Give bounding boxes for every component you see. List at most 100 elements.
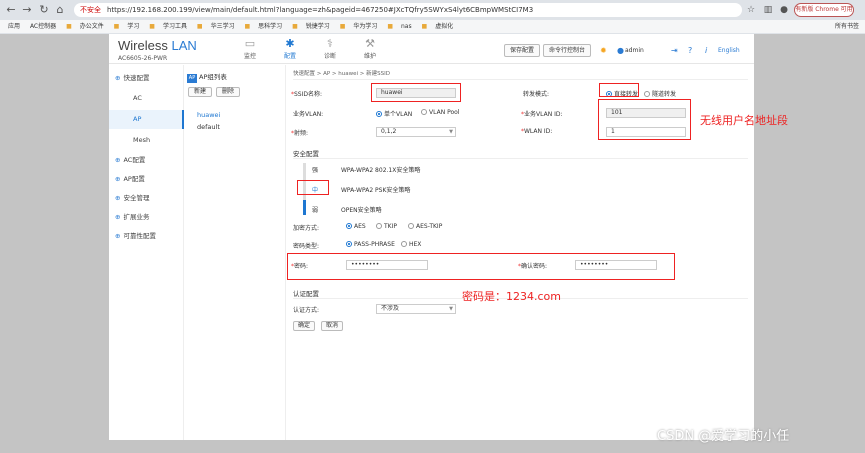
sidebar-item-ap[interactable]: AP <box>109 110 184 129</box>
security-level-weak[interactable]: 弱 <box>312 205 318 214</box>
monitor-icon: ▭ <box>244 37 256 50</box>
page-margin-right <box>754 34 865 453</box>
profile-icon[interactable]: ● <box>778 3 790 17</box>
forward-icon[interactable]: → <box>20 3 34 17</box>
band-label: *射频: <box>291 130 309 137</box>
brand-logo: Wireless LAN <box>118 38 197 53</box>
auth-select[interactable]: 不涉及 ▼ <box>376 304 456 314</box>
bookmarks-bar: 应用 AC控制器 ■ 办公文件 ■ 学习 ■ 学习工具 ■ 华三学习 ■ 思科学习 ■ 锐捷… <box>0 20 865 33</box>
band-value: 0,1,2 <box>381 128 397 135</box>
nav-config[interactable]: ✱ 配置 <box>275 37 305 60</box>
security-desc-medium: WPA-WPA2 PSK安全策略 <box>341 187 411 194</box>
page-margin-left <box>0 34 109 453</box>
home-icon[interactable]: ⌂ <box>53 3 67 17</box>
all-bookmarks[interactable]: 所有书签 <box>835 20 859 33</box>
folder-icon: ■ <box>113 23 120 30</box>
vlan-pool-radio[interactable]: VLAN Pool <box>421 109 460 116</box>
cancel-button[interactable]: 取消 <box>321 321 344 331</box>
encryption-aes-tkip-radio[interactable]: AES-TKIP <box>408 223 442 230</box>
ssid-label: *SSID名称: <box>291 91 323 98</box>
url-text: https://192.168.200.199/view/main/defaul… <box>107 6 534 14</box>
language-link[interactable]: English <box>718 44 740 57</box>
nav-monitor[interactable]: ▭ 监控 <box>235 37 265 60</box>
star-icon[interactable]: ☆ <box>745 3 757 17</box>
bookmark-folder[interactable]: 华三学习 <box>211 20 235 33</box>
sidebar-item-security[interactable]: ⊕ 安全管理 <box>109 189 184 208</box>
bookmark-folder[interactable]: nas <box>401 20 412 33</box>
folder-icon: ■ <box>196 23 203 30</box>
delete-group-button[interactable]: 删除 <box>216 87 241 97</box>
username[interactable]: admin <box>625 44 644 57</box>
sidepanel-icon[interactable]: ▥ <box>762 3 774 17</box>
vlan-id-label-text: 业务VLAN ID: <box>524 111 563 118</box>
reload-icon[interactable]: ↻ <box>37 3 51 17</box>
divider <box>293 158 748 159</box>
vlan-id-label: *业务VLAN ID: <box>521 111 563 118</box>
bookmark-folder[interactable]: 思科学习 <box>258 20 282 33</box>
security-level-strong[interactable]: 强 <box>312 165 318 174</box>
bookmark-ac[interactable]: AC控制器 <box>30 20 56 33</box>
back-icon[interactable]: ← <box>4 3 18 17</box>
alarm-icon[interactable]: ✹ <box>600 44 607 57</box>
radio-label: HEX <box>409 241 422 248</box>
band-select[interactable]: 0,1,2 ▼ <box>376 127 456 137</box>
help-icon[interactable]: ? <box>688 44 692 57</box>
annotation-box-vlan-wlan <box>598 99 691 140</box>
sidebar-item-ac[interactable]: AC <box>109 89 184 108</box>
nav-label: 维护 <box>363 53 376 60</box>
ok-button[interactable]: 确定 <box>293 321 316 331</box>
encryption-aes-radio[interactable]: AES <box>346 223 366 230</box>
nav-maintenance[interactable]: ⚒ 维护 <box>355 37 385 60</box>
chevron-down-icon: ▼ <box>449 306 453 312</box>
bookmark-folder[interactable]: 办公文件 <box>80 20 104 33</box>
bookmark-folder[interactable]: 锐捷学习 <box>306 20 330 33</box>
key-hex-radio[interactable]: HEX <box>401 241 421 248</box>
update-chrome-button[interactable]: 有新版 Chrome 可用 <box>794 3 854 17</box>
sidebar-item-extended[interactable]: ⊕ 扩展业务 <box>109 208 184 227</box>
reliability-icon: ⊕ <box>115 232 121 240</box>
group-item-huawei[interactable]: huawei <box>197 111 220 119</box>
logout-icon[interactable]: ⇥ <box>671 44 678 57</box>
bookmark-folder[interactable]: 虚拟化 <box>435 20 453 33</box>
shield-icon: ⊕ <box>115 194 121 202</box>
bookmark-folder[interactable]: 学习工具 <box>163 20 187 33</box>
cli-console-button[interactable]: 命令行控制台 <box>543 44 592 57</box>
security-warning: 不安全 <box>80 6 101 14</box>
radio-label: TKIP <box>384 223 397 230</box>
divider <box>293 79 748 80</box>
sidebar-item-label: AP配置 <box>123 175 145 183</box>
band-label-text: 射频: <box>294 130 309 137</box>
auth-value: 不涉及 <box>381 305 400 312</box>
info-icon[interactable]: i <box>705 44 707 57</box>
sidebar-item-mesh[interactable]: Mesh <box>109 131 184 150</box>
radio-label: VLAN Pool <box>429 109 460 116</box>
apps-bookmark[interactable]: 应用 <box>8 20 20 33</box>
annotation-box-security-level <box>297 180 329 195</box>
sidebar-item-label: AP <box>133 115 142 123</box>
key-passphrase-radio[interactable]: PASS-PHRASE <box>346 241 395 248</box>
encryption-tkip-radio[interactable]: TKIP <box>376 223 397 230</box>
address-bar[interactable]: 不安全 https://192.168.200.199/view/main/def… <box>74 3 742 17</box>
group-item-default[interactable]: default <box>197 123 220 131</box>
bookmark-folder[interactable]: 学习 <box>127 20 139 33</box>
save-config-button[interactable]: 保存配置 <box>504 44 541 57</box>
vlan-type-label: 业务VLAN: <box>293 111 324 118</box>
key-type-label: 密码类型: <box>293 243 320 250</box>
forward-tunnel-radio[interactable]: 隧道转发 <box>644 89 676 98</box>
sidebar-item-ac-config[interactable]: ⊕ AC配置 <box>109 151 184 170</box>
new-group-button[interactable]: 新建 <box>188 87 213 97</box>
quick-config-icon: ⊕ <box>115 74 121 82</box>
sidebar-item-quick-config[interactable]: ⊕ 快速配置 <box>109 69 184 88</box>
nav-diagnose[interactable]: ⚕ 诊断 <box>315 37 345 60</box>
folder-icon: ■ <box>244 23 251 30</box>
brand-suffix: LAN <box>171 38 197 53</box>
sidebar-item-reliability[interactable]: ⊕ 可靠性配置 <box>109 227 184 246</box>
radio-label: AES-TKIP <box>416 223 443 230</box>
radio-icon <box>346 223 352 229</box>
sidebar-item-ap-config[interactable]: ⊕ AP配置 <box>109 170 184 189</box>
vlan-single-radio[interactable]: 单个VLAN <box>376 109 412 118</box>
bookmark-folder[interactable]: 华为学习 <box>353 20 377 33</box>
diagnose-icon: ⚕ <box>327 37 333 50</box>
ap-group-panel: AP AP组列表 新建 删除 huawei default <box>184 65 286 440</box>
maintenance-icon: ⚒ <box>365 37 375 50</box>
